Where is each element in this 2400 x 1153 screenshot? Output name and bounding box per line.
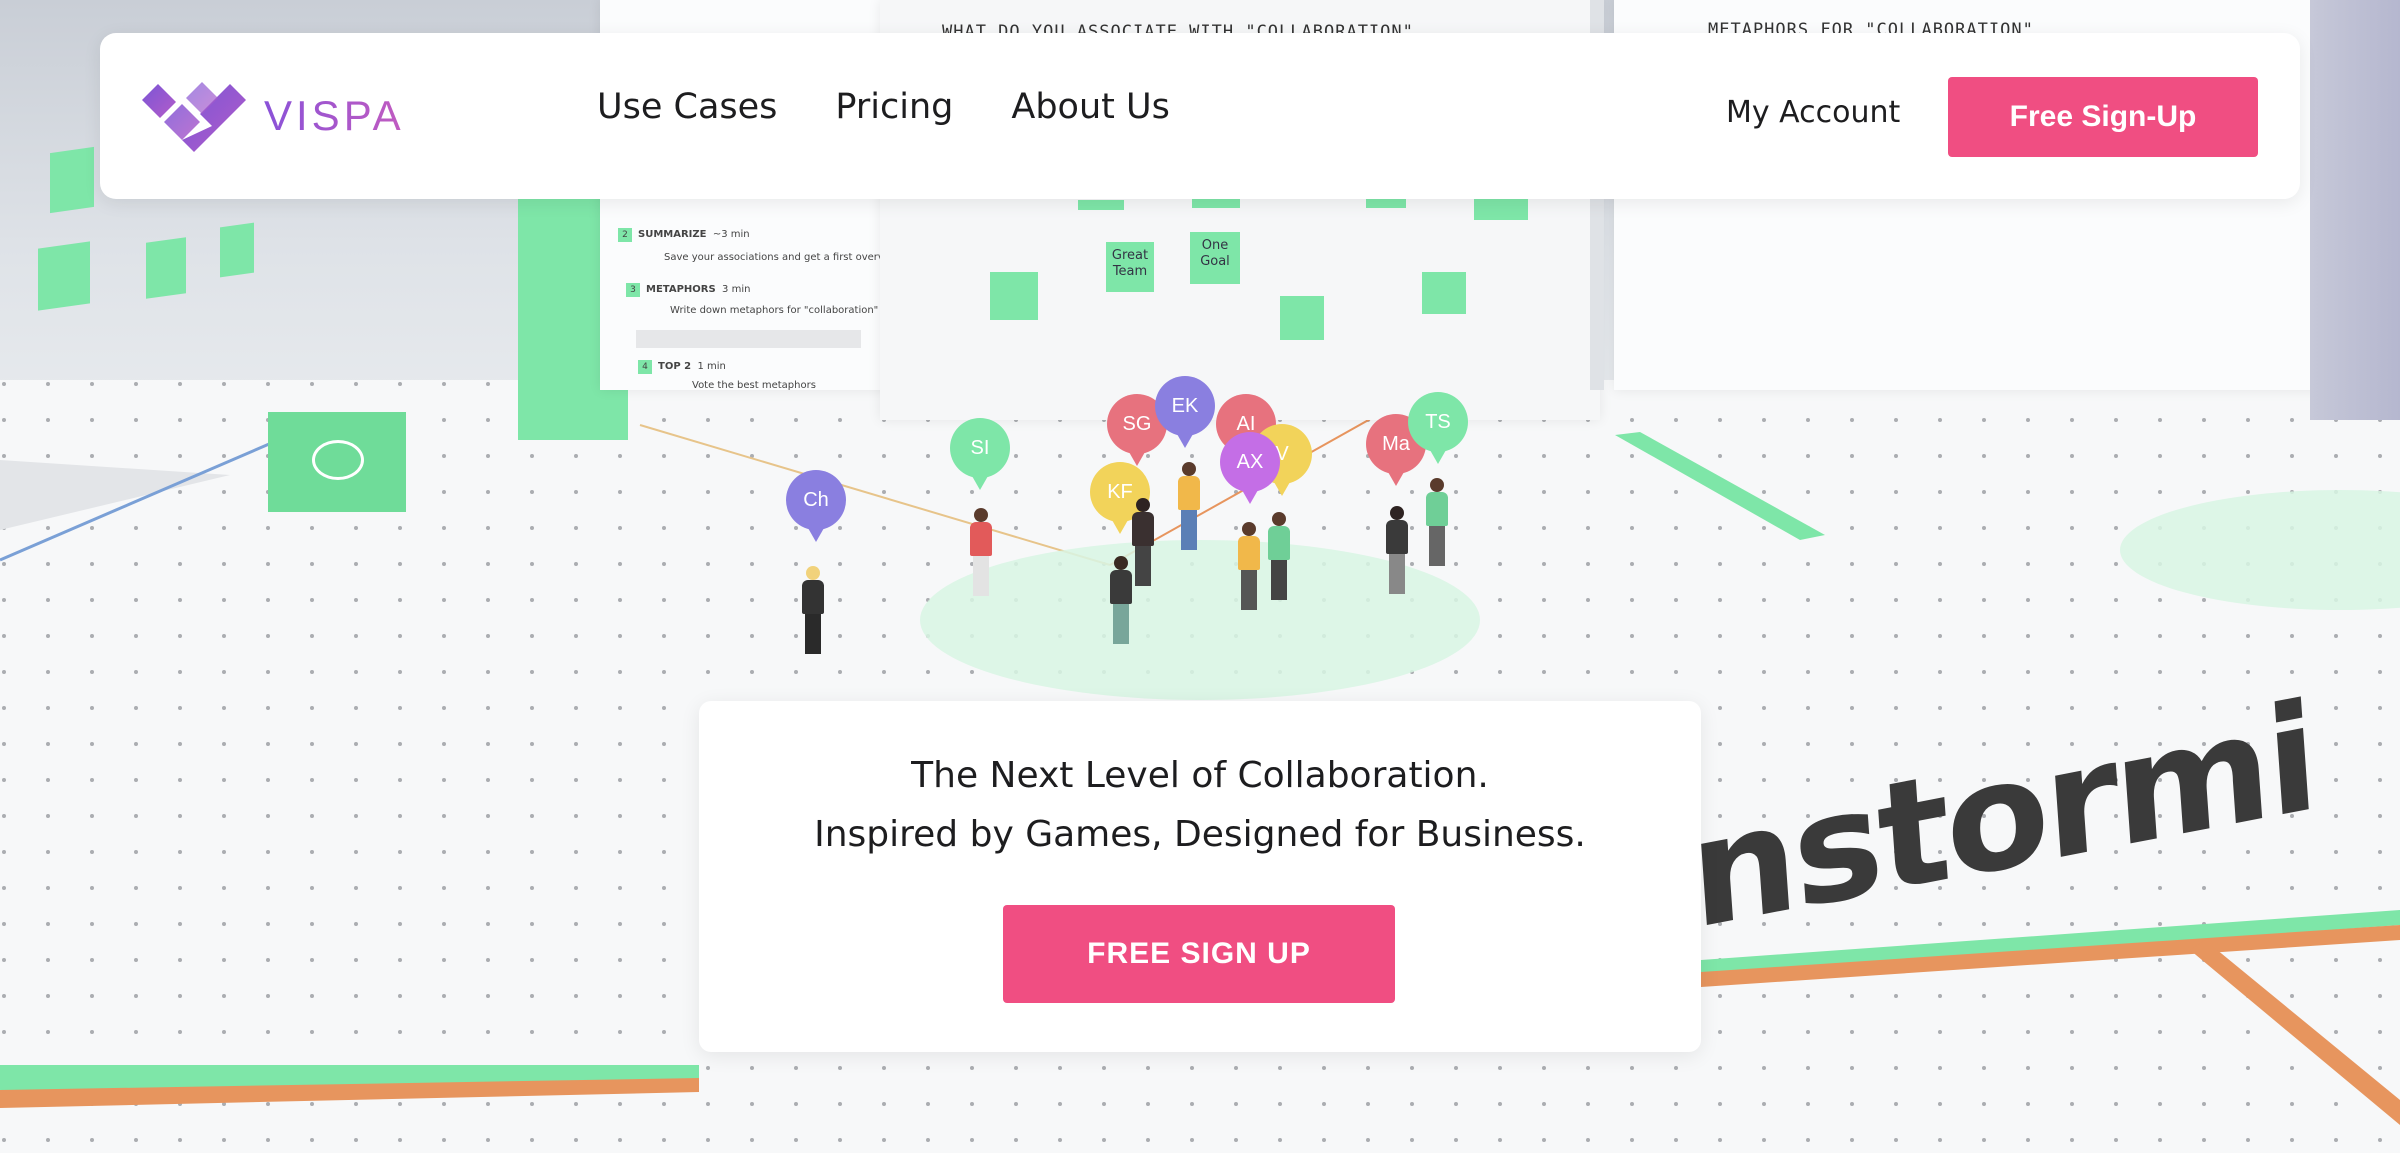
vispa-logo-icon — [142, 82, 246, 152]
hero-subheadline: Inspired by Games, Designed for Business… — [814, 814, 1586, 855]
sticky-note: Great Team — [1106, 242, 1154, 292]
agenda-highlight-bar — [636, 330, 861, 348]
avatar-pin[interactable]: SI — [950, 418, 1010, 490]
agenda-step-desc: Vote the best metaphors — [692, 380, 816, 391]
sticky-note — [146, 237, 186, 299]
my-account-link[interactable]: My Account — [1726, 95, 1900, 130]
agenda-step: 2 SUMMARIZE ~3 min — [618, 228, 750, 242]
agenda-step: 3 METAPHORS 3 min — [626, 283, 750, 297]
avatar-pin[interactable]: TS — [1408, 392, 1468, 464]
avatar-pin[interactable]: Ch — [786, 470, 846, 542]
main-nav: Use Cases Pricing About Us — [597, 87, 1170, 127]
nav-about-us[interactable]: About Us — [1011, 87, 1169, 127]
avatar-pin[interactable]: AX — [1220, 432, 1280, 504]
site-header: VISPA Use Cases Pricing About Us My Acco… — [100, 33, 2300, 199]
nav-use-cases[interactable]: Use Cases — [597, 87, 777, 127]
brand-name: VISPA — [264, 92, 405, 139]
sticky-note — [50, 146, 94, 214]
right-side-wall — [2310, 0, 2400, 420]
hero-signup-button[interactable]: FREE SIGN UP — [1003, 905, 1395, 1003]
sticky-note — [38, 241, 90, 311]
logo[interactable]: VISPA — [142, 78, 405, 154]
agenda-step-desc: Save your associations and get a first o… — [664, 252, 901, 263]
sticky-note — [990, 272, 1038, 320]
sticky-note — [1280, 296, 1324, 340]
nav-pricing[interactable]: Pricing — [835, 87, 953, 127]
hero-headline: The Next Level of Collaboration. — [911, 755, 1489, 796]
avatar-pin[interactable]: EK — [1155, 376, 1215, 448]
sticky-note — [220, 222, 254, 278]
sticky-note: One Goal — [1190, 232, 1240, 284]
agenda-step: 4 TOP 2 1 min — [638, 360, 726, 374]
sticky-note — [1422, 272, 1466, 314]
brainstorm-icon — [312, 440, 364, 480]
free-signup-button[interactable]: Free Sign-Up — [1948, 77, 2258, 157]
agenda-step-desc: Write down metaphors for "collaboration" — [670, 305, 879, 316]
hero-card: The Next Level of Collaboration. Inspire… — [699, 701, 1701, 1052]
